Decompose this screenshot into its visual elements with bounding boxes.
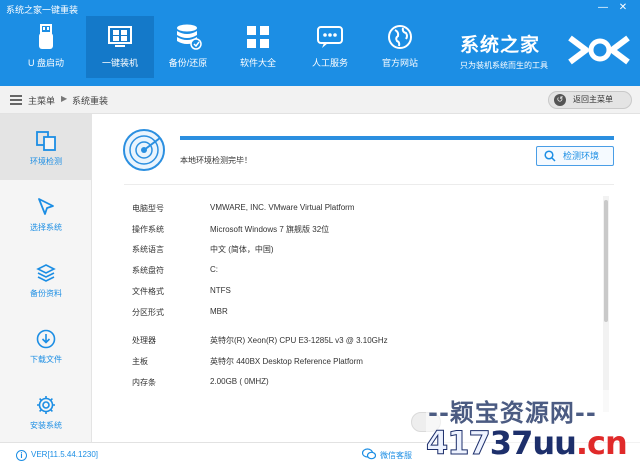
database-backup-icon bbox=[177, 24, 202, 50]
info-key: 分区形式 bbox=[132, 308, 164, 317]
close-button[interactable]: ✕ bbox=[616, 2, 630, 14]
wechat-icon bbox=[362, 448, 376, 460]
watermark-text: --颖宝资源网-- bbox=[428, 399, 597, 427]
nav-label: U 盘启动 bbox=[27, 58, 64, 68]
nav-label: 软件大全 bbox=[239, 58, 276, 68]
info-value: 中文 (简体，中国) bbox=[210, 245, 274, 254]
info-key: 内存条 bbox=[132, 378, 156, 387]
breadcrumb-current: 系统重装 bbox=[72, 96, 109, 106]
info-value: C: bbox=[210, 265, 218, 274]
sidebar-item-label: 备份资料 bbox=[30, 289, 62, 298]
info-key: 操作系统 bbox=[132, 225, 164, 234]
nav-official-site[interactable]: 官方网站 bbox=[366, 16, 434, 78]
detect-button-label: 检测环境 bbox=[563, 151, 600, 161]
nav-label: 官方网站 bbox=[381, 58, 418, 68]
info-key: 电脑型号 bbox=[132, 204, 164, 213]
watermark-url-part: 417 bbox=[426, 424, 492, 463]
nav-software[interactable]: 软件大全 bbox=[224, 16, 292, 78]
menu-icon bbox=[10, 95, 22, 105]
chat-bubble-icon bbox=[317, 26, 343, 48]
info-value: MBR bbox=[210, 307, 228, 316]
minimize-button[interactable]: — bbox=[596, 2, 610, 14]
windows-logo-icon bbox=[108, 26, 132, 47]
divider bbox=[124, 184, 614, 185]
environment-check-icon bbox=[36, 131, 56, 151]
status-text: 本地环境检测完毕！ bbox=[180, 156, 252, 165]
nav-human-service[interactable]: 人工服务 bbox=[296, 16, 364, 78]
info-key: 主板 bbox=[132, 357, 148, 366]
disk-scan-icon bbox=[123, 129, 165, 171]
window-title: 系统之家一键重装 bbox=[6, 5, 79, 15]
download-icon bbox=[36, 329, 56, 349]
watermark-url: 41737uu.cn bbox=[426, 424, 628, 463]
brand-logo-icon bbox=[568, 35, 630, 65]
info-icon: i bbox=[16, 450, 27, 461]
brand: 系统之家 只为装机系统而生的工具 bbox=[460, 30, 548, 71]
sidebar-item-label: 选择系统 bbox=[30, 223, 62, 232]
gear-icon bbox=[37, 396, 55, 414]
breadcrumb: 主菜单 ▶ 系统重装 ↺ 返回主菜单 bbox=[0, 86, 640, 114]
detect-environment-button[interactable]: 检测环境 bbox=[536, 146, 614, 166]
sidebar-item-label: 环境检测 bbox=[30, 157, 62, 166]
info-key: 文件格式 bbox=[132, 287, 164, 296]
progress-bar bbox=[180, 136, 614, 140]
info-value: NTFS bbox=[210, 286, 231, 295]
sidebar-item-label: 安装系统 bbox=[30, 421, 62, 430]
info-key: 系统语言 bbox=[132, 245, 164, 254]
usb-drive-icon bbox=[39, 24, 53, 49]
search-icon bbox=[544, 150, 556, 162]
breadcrumb-separator: ▶ bbox=[61, 94, 68, 103]
info-value: VMWARE, INC. VMware Virtual Platform bbox=[210, 203, 355, 212]
nav-label: 人工服务 bbox=[311, 58, 348, 68]
cursor-icon bbox=[38, 198, 54, 215]
info-key: 系统盘符 bbox=[132, 266, 164, 275]
progress-bar-fill bbox=[180, 136, 614, 140]
sidebar-item-backup-data[interactable]: 备份资料 bbox=[0, 246, 92, 312]
brand-slogan: 只为装机系统而生的工具 bbox=[460, 61, 548, 70]
nav-backup-restore[interactable]: 备份/还原 bbox=[154, 16, 222, 78]
back-to-main-button[interactable]: ↺ 返回主菜单 bbox=[548, 91, 632, 109]
breadcrumb-home[interactable]: 主菜单 bbox=[28, 94, 55, 107]
scrollbar-thumb[interactable] bbox=[604, 200, 608, 322]
sidebar-item-label: 下载文件 bbox=[30, 355, 62, 364]
sidebar-item-download-files[interactable]: 下载文件 bbox=[0, 312, 92, 378]
sidebar: 环境检测 选择系统 备份资料 下载文件 安装系统 bbox=[0, 114, 92, 442]
sidebar-item-install-system[interactable]: 安装系统 bbox=[0, 378, 92, 444]
nav-label: 备份/还原 bbox=[168, 58, 208, 68]
layers-icon bbox=[36, 264, 56, 282]
top-header: 系统之家一键重装 — ✕ U 盘启动 一键装机 备份/还原 软件大全 人工服务 … bbox=[0, 0, 640, 86]
info-value: 英特尔 440BX Desktop Reference Platform bbox=[210, 357, 363, 366]
globe-icon bbox=[388, 25, 412, 49]
info-value: 2.00GB ( 0MHZ) bbox=[210, 377, 269, 386]
brand-name: 系统之家 bbox=[460, 35, 541, 56]
version-text: VER[11.5.44.1230] bbox=[31, 450, 99, 459]
back-arrow-icon: ↺ bbox=[554, 94, 566, 106]
nav-usb-boot[interactable]: U 盘启动 bbox=[12, 16, 80, 78]
nav-label: 一键装机 bbox=[101, 58, 138, 68]
sidebar-item-select-system[interactable]: 选择系统 bbox=[0, 180, 92, 246]
watermark-url-part: .cn bbox=[575, 424, 628, 462]
nav-one-click-install[interactable]: 一键装机 bbox=[86, 16, 154, 78]
info-value: Microsoft Windows 7 旗舰版 32位 bbox=[210, 225, 330, 234]
info-value: 英特尔(R) Xeon(R) CPU E3-1285L v3 @ 3.10GHz bbox=[210, 336, 388, 345]
apps-grid-icon bbox=[247, 26, 269, 48]
wechat-service-link[interactable]: 微信客服 bbox=[380, 450, 412, 461]
info-key: 处理器 bbox=[132, 336, 156, 345]
watermark-url-part: 37uu bbox=[489, 424, 577, 462]
back-button-label: 返回主菜单 bbox=[573, 95, 613, 104]
sidebar-item-environment-check[interactable]: 环境检测 bbox=[0, 114, 92, 180]
